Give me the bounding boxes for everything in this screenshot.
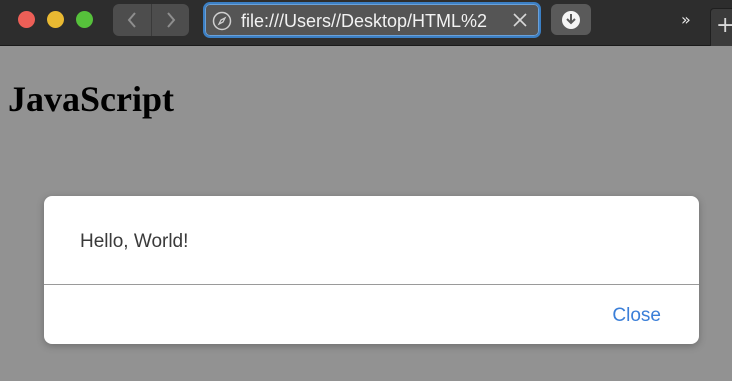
chevron-double-right-icon[interactable]: »: [681, 10, 691, 29]
new-tab-button[interactable]: +: [710, 8, 732, 46]
chevron-right-icon: [166, 12, 175, 28]
downloads-button[interactable]: [551, 4, 591, 35]
compass-icon: [212, 11, 232, 31]
forward-button[interactable]: [151, 4, 189, 36]
minimize-window-button[interactable]: [47, 11, 64, 28]
browser-toolbar: file:///Users//Desktop/HTML%2 » +: [0, 0, 732, 46]
zoom-window-button[interactable]: [76, 11, 93, 28]
address-bar[interactable]: file:///Users//Desktop/HTML%2: [203, 2, 541, 38]
address-url[interactable]: file:///Users//Desktop/HTML%2: [241, 11, 497, 31]
dialog-divider: [44, 284, 699, 285]
dialog-message: Hello, World!: [80, 231, 189, 252]
back-button[interactable]: [113, 4, 151, 36]
alert-dialog: Hello, World! Close: [44, 196, 699, 344]
close-button[interactable]: Close: [612, 305, 661, 327]
close-icon[interactable]: [512, 12, 528, 28]
close-window-button[interactable]: [18, 11, 35, 28]
chevron-left-icon: [127, 12, 136, 28]
page-title: JavaScript: [8, 79, 174, 119]
navigation-buttons: [113, 4, 189, 36]
download-icon: [562, 10, 580, 29]
